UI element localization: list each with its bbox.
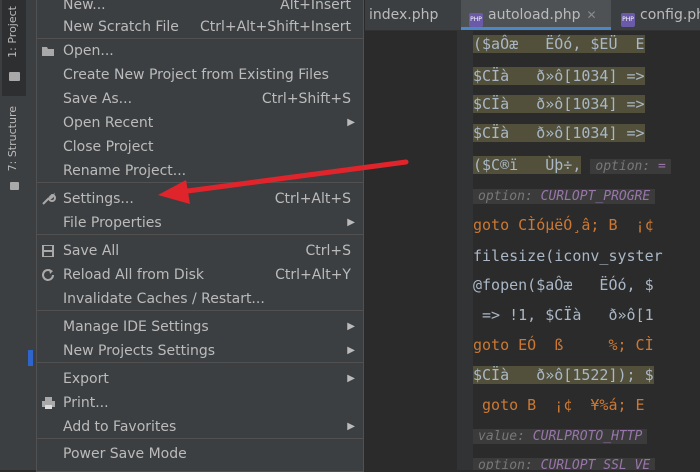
- menu-item-invalidate-caches[interactable]: Invalidate Caches / Restart...: [37, 287, 363, 311]
- save-icon: [42, 245, 54, 257]
- project-tree-selection: [28, 350, 33, 366]
- code-line: $CÏà ð»ô[1522]); $: [473, 366, 654, 384]
- menu-separator: [37, 362, 363, 363]
- code-line: @fopen($aÔæ ËÓó, $: [473, 276, 654, 294]
- menu-item-power-save-mode[interactable]: Power Save Mode: [37, 442, 363, 466]
- structure-icon: [10, 182, 19, 190]
- code-line: goto CÌóµëÓ¸â; B ¡¢: [473, 216, 654, 234]
- code-line: => !1, $CÏà ð»ô[1: [473, 306, 654, 324]
- code-line: $CÏà ð»ô[1034] =>: [473, 67, 645, 85]
- code-line: filesize(iconv_syster: [473, 247, 663, 265]
- tab-label: config.php: [640, 7, 700, 23]
- chevron-right-icon: ▶: [347, 117, 355, 128]
- chevron-right-icon: ▶: [347, 373, 355, 384]
- code-line: $CÏà ð»ô[1034] =>: [473, 95, 645, 113]
- tab-label: index.php: [369, 7, 439, 23]
- menu-item-new-scratch-file[interactable]: New Scratch File Ctrl+Alt+Shift+Insert: [37, 15, 363, 39]
- tab-index-php[interactable]: index.php: [369, 0, 459, 30]
- tool-window-strip: 1: Project 7: Structure: [0, 0, 29, 470]
- code-line: ($C®ï Ùþ÷, option: =: [473, 153, 671, 177]
- menu-item-open[interactable]: Open...: [37, 39, 363, 63]
- code-line: ($aÔæ ËÓó, $EÜ E: [473, 35, 645, 53]
- menu-item-close-project[interactable]: Close Project: [37, 135, 363, 159]
- menu-item-rename-project[interactable]: Rename Project...: [37, 159, 363, 183]
- menu-item-new-projects-settings[interactable]: New Projects Settings ▶: [37, 339, 363, 363]
- file-menu: New... Alt+Insert New Scratch File Ctrl+…: [36, 0, 364, 472]
- menu-item-manage-ide-settings[interactable]: Manage IDE Settings ▶: [37, 315, 363, 339]
- menu-item-settings[interactable]: Settings... Ctrl+Alt+S: [37, 187, 363, 211]
- tab-autoload-php[interactable]: PHP autoload.php ✕: [461, 0, 611, 30]
- reload-icon: [42, 269, 54, 281]
- menu-separator: [37, 182, 363, 183]
- code-line: goto EÓ ß %; CÌ: [473, 336, 654, 354]
- code-line: $CÏà ð»ô[1034] =>: [473, 124, 645, 142]
- code-line: goto B ¡¢ ¥%á; E: [473, 396, 645, 414]
- tab-config-php[interactable]: PHP config.php: [617, 0, 700, 30]
- menu-item-save-as[interactable]: Save As... Ctrl+Shift+S: [37, 87, 363, 111]
- chevron-right-icon: ▶: [347, 321, 355, 332]
- wrench-icon: [42, 192, 56, 205]
- editor-tab-bar: index.php PHP autoload.php ✕ PHP config.php: [365, 0, 700, 31]
- parameter-hint: option: CURLOPT_PROGRE: [473, 183, 656, 207]
- project-tab-label: 1: Project: [6, 6, 19, 58]
- menu-item-file-properties[interactable]: File Properties ▶: [37, 211, 363, 235]
- code-view[interactable]: ($aÔæ ËÓó, $EÜ E $CÏà ð»ô[1034] => $CÏà …: [473, 30, 700, 470]
- open-folder-icon: [42, 47, 54, 56]
- menu-item-add-to-favorites[interactable]: Add to Favorites ▶: [37, 415, 363, 439]
- structure-tab-label: 7: Structure: [6, 106, 19, 172]
- parameter-hint: value: CURLPROTO_HTTP: [473, 423, 648, 447]
- close-icon[interactable]: ✕: [587, 8, 597, 22]
- menu-separator: [37, 310, 363, 311]
- php-file-icon: PHP: [621, 13, 635, 27]
- folder-icon: [9, 72, 20, 81]
- menu-item-print[interactable]: Print...: [37, 391, 363, 415]
- project-panel-edge: [28, 0, 36, 470]
- menu-separator: [37, 234, 363, 235]
- editor-area: index.php PHP autoload.php ✕ PHP config.php…: [365, 0, 700, 470]
- menu-item-create-from-existing[interactable]: Create New Project from Existing Files: [37, 63, 363, 87]
- menu-separator: [37, 438, 363, 439]
- chevron-right-icon: ▶: [347, 217, 355, 228]
- structure-tool-tab[interactable]: 7: Structure: [2, 102, 26, 198]
- menu-item-open-recent[interactable]: Open Recent ▶: [37, 111, 363, 135]
- php-file-icon: PHP: [469, 13, 483, 27]
- chevron-right-icon: ▶: [347, 421, 355, 432]
- chevron-right-icon: ▶: [347, 345, 355, 356]
- project-tool-tab[interactable]: 1: Project: [2, 0, 26, 96]
- printer-icon: [42, 397, 55, 409]
- menu-item-reload-all[interactable]: Reload All from Disk Ctrl+Alt+Y: [37, 263, 363, 287]
- menu-item-save-all[interactable]: Save All Ctrl+S: [37, 239, 363, 263]
- parameter-hint: option: CURLOPT_SSL_VE: [473, 452, 656, 470]
- editor-gutter: [457, 30, 473, 470]
- tab-label: autoload.php: [488, 7, 581, 23]
- menu-item-export[interactable]: Export ▶: [37, 367, 363, 391]
